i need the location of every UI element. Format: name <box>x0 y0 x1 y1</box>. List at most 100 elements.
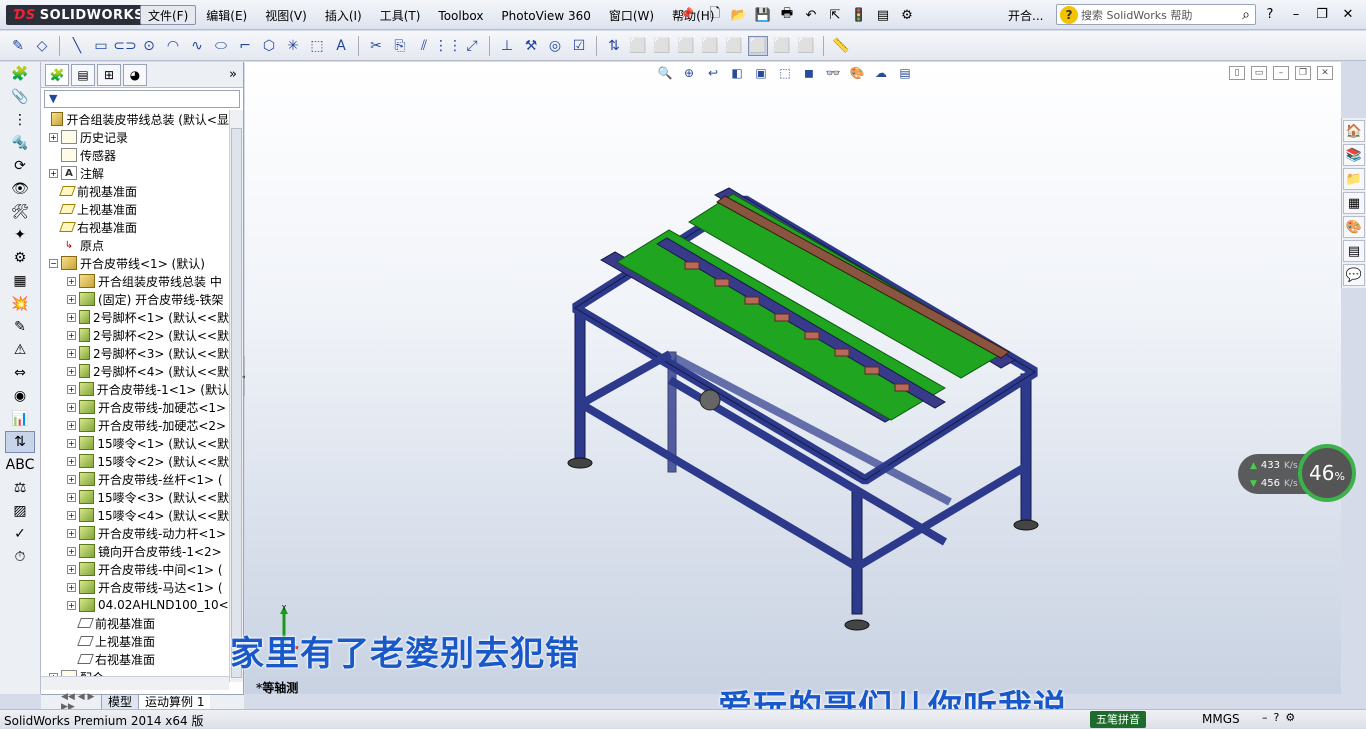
tree-node[interactable]: + 开合皮带线-中间<1> ( <box>41 560 229 578</box>
repair-sketch-icon[interactable]: ⚒ <box>521 36 541 56</box>
open-folder-icon[interactable]: 📂 <box>728 5 750 25</box>
menu-insert[interactable]: 插入(I) <box>317 5 370 25</box>
insert-component-icon[interactable]: 🧩 <box>5 63 35 85</box>
print-icon[interactable]: 🖶 <box>776 5 798 25</box>
line-icon[interactable]: ╲ <box>67 36 87 56</box>
options-icon[interactable]: ⚙ <box>896 5 918 25</box>
menu-toolbox[interactable]: Toolbox <box>430 5 491 25</box>
view-right-icon[interactable]: ⬜ <box>700 36 720 56</box>
scrollbar-thumb[interactable] <box>231 128 242 678</box>
rebuild-traffic-light-icon[interactable]: 🚦 <box>848 5 870 25</box>
solidworks-logo[interactable]: ƊS SOLIDWORKS <box>6 5 152 25</box>
expand-icon[interactable]: + <box>67 438 76 448</box>
minimize-icon[interactable]: – <box>1286 5 1306 23</box>
view-left-icon[interactable]: ⬜ <box>676 36 696 56</box>
mass-properties-icon[interactable]: ⚖ <box>5 477 35 499</box>
display-relations-icon[interactable]: ⊥ <box>497 36 517 56</box>
help-search-placeholder[interactable]: 搜索 SolidWorks 帮助 <box>1081 7 1237 23</box>
tree-node[interactable]: +15嘜令<2> (默认<<默 <box>41 452 229 470</box>
ellipse-icon[interactable]: ⬭ <box>211 36 231 56</box>
expand-panel-icon[interactable]: » <box>229 67 237 82</box>
exploded-view-icon[interactable]: 💥 <box>5 293 35 315</box>
expand-icon[interactable]: + <box>67 492 76 502</box>
menu-file[interactable]: 文件(F) <box>140 5 197 25</box>
close-icon[interactable]: ✕ <box>1338 5 1358 23</box>
spline-icon[interactable]: ∿ <box>187 36 207 56</box>
centerline-icon[interactable]: ⬚ <box>307 36 327 56</box>
tree-node[interactable]: +2号脚杯<2> (默认<<默 <box>41 326 229 344</box>
menu-view[interactable]: 视图(V) <box>257 5 315 25</box>
tree-node[interactable]: 右视基准面 <box>41 650 229 668</box>
view-top-icon[interactable]: ⬜ <box>724 36 744 56</box>
point-icon[interactable]: ✳ <box>283 36 303 56</box>
tree-node[interactable]: + 开合皮带线-马达<1> ( <box>41 578 229 596</box>
menu-tools[interactable]: 工具(T) <box>372 5 429 25</box>
assembly-visualization-icon[interactable]: 📊 <box>5 408 35 430</box>
tree-root[interactable]: 开合组装皮带线总装 (默认<显 <box>41 110 229 128</box>
view-trimetric-icon[interactable]: ⬜ <box>772 36 792 56</box>
help-status-icon[interactable]: ? <box>1274 711 1280 724</box>
move-entities-icon[interactable]: ⤢ <box>462 36 482 56</box>
help-search[interactable]: ? 搜索 SolidWorks 帮助 ⌕ <box>1056 4 1256 25</box>
section-properties-icon[interactable]: ▨ <box>5 500 35 522</box>
tree-filter[interactable]: ▼ <box>44 90 240 108</box>
pin-icon[interactable]: 📌 <box>680 7 694 21</box>
tree-node[interactable]: + (固定) 开合皮带线-铁架 <box>41 290 229 308</box>
expand-icon[interactable]: + <box>67 276 76 286</box>
show-hidden-icon[interactable]: 👁 <box>5 178 35 200</box>
view-isometric-icon[interactable]: ⬜ <box>748 35 768 56</box>
tree-node[interactable]: + 开合皮带线-丝杆<1> ( <box>41 470 229 488</box>
design-library-icon[interactable]: 📚 <box>1343 144 1365 166</box>
tree-node[interactable]: +04.02AHLND100_10< <box>41 596 229 614</box>
configuration-manager-tab-icon[interactable]: ⊞ <box>97 63 121 86</box>
graphics-viewport[interactable]: 🔍 ⊕ ↩ ◧ ▣ ⬚ ◼ 👓 🎨 ☁ ▤ ▯ ▭ – ❐ ✕ <box>245 62 1341 694</box>
performance-evaluation-icon[interactable]: ⏱ <box>5 546 35 568</box>
tree-horizontal-scrollbar[interactable] <box>41 676 229 690</box>
linear-pattern-icon[interactable]: ⋮⋮ <box>434 36 462 56</box>
instant3d-icon[interactable]: ⇅ <box>604 36 624 56</box>
tree-node[interactable]: + 镜向开合皮带线-1<2> <box>41 542 229 560</box>
expand-icon[interactable]: + <box>67 510 76 520</box>
tab-model[interactable]: 模型 <box>101 694 139 710</box>
view-back-icon[interactable]: ⬜ <box>652 36 672 56</box>
select-cursor-icon[interactable]: ⇱ <box>824 5 846 25</box>
expand-icon[interactable]: + <box>67 456 76 466</box>
ime-indicator[interactable]: 五笔拼音 <box>1090 711 1146 728</box>
expand-icon[interactable]: + <box>49 168 58 178</box>
view-dimetric-icon[interactable]: ⬜ <box>796 36 816 56</box>
save-icon[interactable]: 💾 <box>752 5 774 25</box>
expand-icon[interactable]: + <box>67 384 76 394</box>
appearances-icon[interactable]: 🎨 <box>1343 216 1365 238</box>
restore-icon[interactable]: ❐ <box>1312 5 1332 23</box>
help-dropdown-icon[interactable]: ? <box>1260 5 1280 23</box>
search-icon[interactable]: ⌕ <box>1237 7 1255 23</box>
expand-icon[interactable]: + <box>67 600 76 610</box>
property-manager-tab-icon[interactable]: ▤ <box>71 63 95 86</box>
text-icon[interactable]: A <box>331 36 351 56</box>
tree-node[interactable]: 上视基准面 <box>41 632 229 650</box>
expand-icon[interactable]: + <box>67 366 76 376</box>
expand-icon[interactable]: + <box>67 582 76 592</box>
view-front-icon[interactable]: ⬜ <box>628 36 648 56</box>
undo-icon[interactable]: ↶ <box>800 5 822 25</box>
linear-component-pattern-icon[interactable]: ⋮ <box>5 109 35 131</box>
new-motion-study-icon[interactable]: ⚙ <box>5 247 35 269</box>
collapse-icon[interactable]: − <box>49 258 58 268</box>
instant3d-cmd-icon[interactable]: ⇅ <box>5 431 35 453</box>
tree-node[interactable]: − 开合皮带线<1> (默认) <box>41 254 229 272</box>
tree-node[interactable]: + 开合皮带线-加硬芯<1> <box>41 398 229 416</box>
menu-edit[interactable]: 编辑(E) <box>198 5 255 25</box>
tree-node[interactable]: +2号脚杯<3> (默认<<默 <box>41 344 229 362</box>
hole-alignment-icon[interactable]: ◉ <box>5 385 35 407</box>
explode-line-sketch-icon[interactable]: ✎ <box>5 316 35 338</box>
file-explorer-icon[interactable]: 📁 <box>1343 168 1365 190</box>
file-properties-icon[interactable]: ▤ <box>872 5 894 25</box>
tree-node[interactable]: ↳ 原点 <box>41 236 229 254</box>
sketch-icon[interactable]: ✎ <box>8 36 28 56</box>
assembly-features-icon[interactable]: 🛠 <box>5 201 35 223</box>
expand-icon[interactable]: + <box>67 564 76 574</box>
expand-icon[interactable]: + <box>67 312 76 322</box>
circle-icon[interactable]: ⊙ <box>139 36 159 56</box>
network-speed-widget[interactable]: ▲ 433 K/s ▼ 456 K/s 46% <box>1238 444 1358 502</box>
rectangle-icon[interactable]: ▭ <box>91 36 111 56</box>
